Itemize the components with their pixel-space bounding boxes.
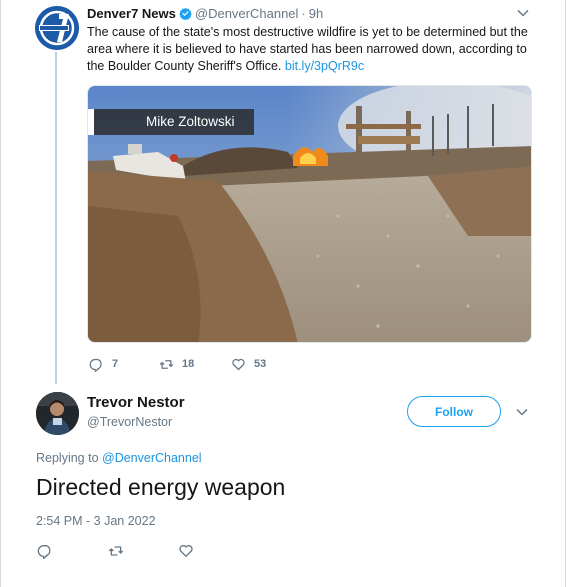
- parent-timestamp[interactable]: 9h: [309, 6, 323, 21]
- video-caption-text: Mike Zoltowski: [146, 114, 235, 129]
- retweet-icon: [159, 359, 174, 369]
- retweet-icon[interactable]: [108, 543, 124, 559]
- tweet-thread-frame: Denver7 News @DenverChannel · 9h The cau…: [0, 0, 566, 587]
- replying-to-line: Replying to @DenverChannel: [36, 451, 202, 465]
- parent-reply-count: 7: [112, 358, 119, 370]
- replying-to-label: Replying to: [36, 451, 103, 465]
- heart-icon[interactable]: [178, 543, 194, 559]
- follow-button[interactable]: Follow: [407, 396, 501, 427]
- parent-tweet-header: Denver7 News @DenverChannel · 9h: [87, 6, 323, 21]
- parent-like-count: 53: [254, 358, 267, 370]
- chevron-down-icon[interactable]: [516, 6, 530, 20]
- main-tweet-text: Directed energy weapon: [36, 474, 286, 500]
- reply-icon: [89, 358, 102, 372]
- parent-handle[interactable]: @DenverChannel: [195, 6, 299, 21]
- reply-icon[interactable]: [37, 543, 53, 559]
- parent-tweet-text: The cause of the state's most destructiv…: [87, 24, 535, 75]
- header-separator: ·: [301, 6, 306, 21]
- profile-photo: [36, 392, 79, 435]
- parent-like-button[interactable]: 53: [231, 355, 266, 373]
- heart-icon: [232, 358, 245, 370]
- caption-accent-bar: [88, 109, 94, 135]
- author-display-name[interactable]: Trevor Nestor: [87, 394, 185, 411]
- replying-to-handle[interactable]: @DenverChannel: [102, 451, 202, 465]
- parent-display-name[interactable]: Denver7 News: [87, 6, 176, 21]
- verified-badge-icon: [179, 7, 192, 20]
- trevor-nestor-avatar[interactable]: [36, 392, 79, 435]
- tweet-video-thumbnail[interactable]: Mike Zoltowski: [87, 85, 532, 343]
- parent-retweet-count: 18: [182, 358, 195, 370]
- parent-reply-button[interactable]: 7: [89, 355, 118, 373]
- parent-tweet-link[interactable]: bit.ly/3pQrR9c: [285, 59, 364, 73]
- video-caption-banner: Mike Zoltowski: [88, 109, 254, 135]
- author-handle[interactable]: @TrevorNestor: [87, 415, 172, 429]
- denver7-avatar[interactable]: [35, 6, 79, 50]
- main-tweet-timestamp[interactable]: 2:54 PM - 3 Jan 2022: [36, 514, 156, 528]
- chevron-down-icon[interactable]: [515, 405, 529, 419]
- parent-retweet-button[interactable]: 18: [159, 355, 194, 373]
- thread-connector-line: [55, 52, 57, 384]
- denver7-logo: [35, 6, 79, 50]
